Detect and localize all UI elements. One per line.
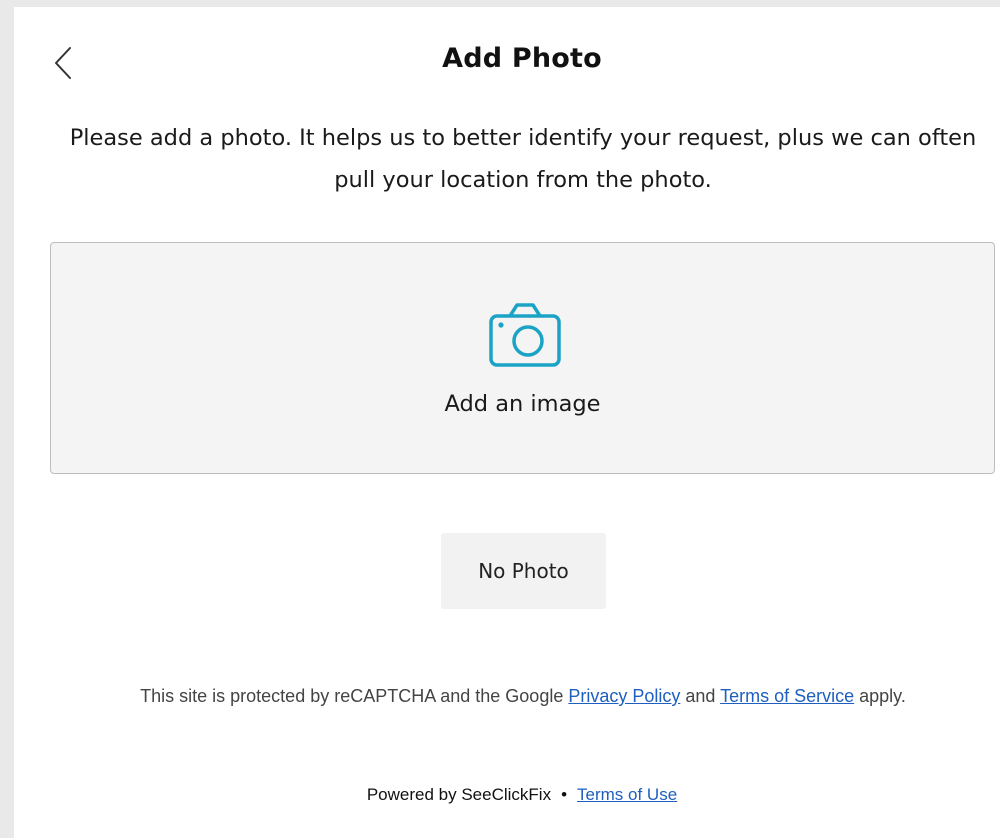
terms-of-use-link[interactable]: Terms of Use	[577, 785, 677, 804]
footer: Powered by SeeClickFix • Terms of Use	[14, 785, 1000, 805]
powered-by-text: Powered by SeeClickFix	[366, 785, 552, 804]
add-photo-panel: Add Photo Please add a photo. It helps u…	[14, 7, 1000, 838]
terms-of-service-link[interactable]: Terms of Service	[720, 686, 854, 706]
camera-icon	[489, 303, 561, 367]
footer-separator: •	[561, 785, 568, 804]
recaptcha-notice: This site is protected by reCAPTCHA and …	[60, 681, 986, 711]
recaptcha-text-and: and	[680, 686, 721, 706]
page-title: Add Photo	[442, 43, 602, 74]
intro-text: Please add a photo. It helps us to bette…	[69, 125, 977, 193]
add-image-label: Add an image	[444, 391, 601, 417]
recaptcha-text-after: apply.	[854, 686, 906, 706]
no-photo-button[interactable]: No Photo	[441, 533, 606, 609]
privacy-policy-link[interactable]: Privacy Policy	[568, 686, 680, 706]
recaptcha-text-before: This site is protected by reCAPTCHA and …	[140, 686, 569, 706]
add-image-dropzone[interactable]: Add an image	[50, 242, 995, 474]
